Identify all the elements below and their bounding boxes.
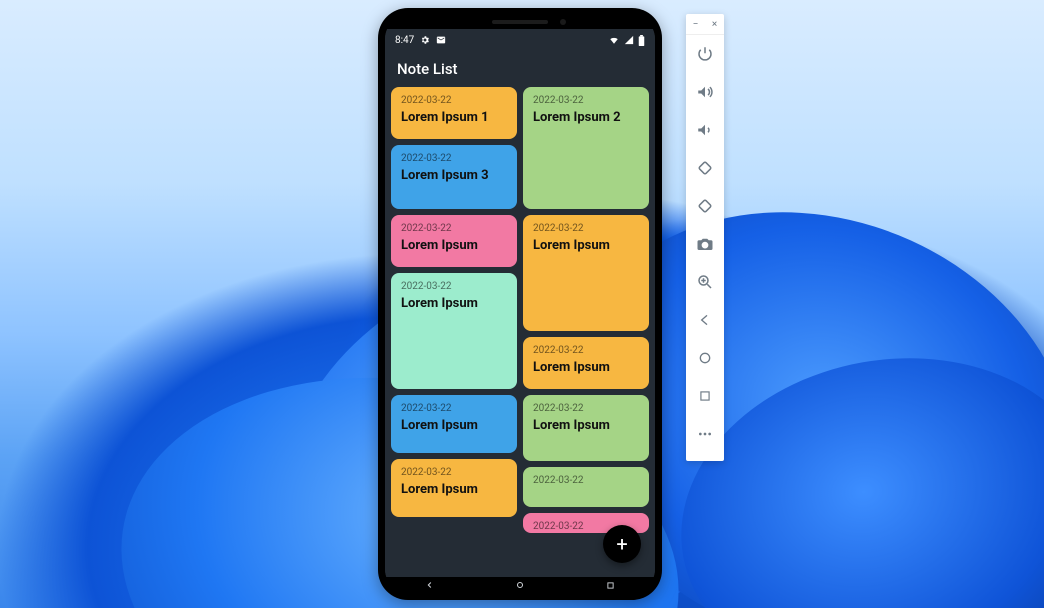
notes-content[interactable]: 2022-03-22 Lorem Ipsum 1 2022-03-22 Lorem I… [385, 87, 655, 577]
nav-back-button[interactable] [415, 578, 445, 592]
note-card[interactable]: 2022-03-22 Lorem Ipsum [391, 215, 517, 267]
note-card[interactable]: 2022-03-22 Lorem Ipsum [523, 395, 649, 461]
note-title: Lorem Ipsum [533, 418, 639, 433]
desktop-wallpaper: 8:47 [0, 0, 1044, 608]
note-date: 2022-03-22 [401, 223, 507, 234]
note-date: 2022-03-22 [533, 403, 639, 414]
volume-up-button[interactable] [686, 73, 724, 111]
note-date: 2022-03-22 [533, 223, 639, 234]
note-title: Lorem Ipsum [533, 360, 639, 375]
rotate-right-button[interactable] [686, 187, 724, 225]
more-icon [697, 426, 713, 442]
back-button[interactable] [686, 301, 724, 339]
phone-camera [560, 19, 566, 25]
page-title: Note List [397, 60, 458, 78]
volume-down-icon [696, 121, 714, 139]
note-date: 2022-03-22 [401, 467, 507, 478]
note-title: Lorem Ipsum [401, 482, 507, 497]
settings-icon [420, 35, 430, 45]
note-date: 2022-03-22 [401, 95, 507, 106]
overview-button[interactable] [686, 377, 724, 415]
note-date: 2022-03-22 [401, 153, 507, 164]
phone-speaker [492, 20, 548, 24]
more-button[interactable] [686, 415, 724, 453]
emulator-toolbar: − × [686, 14, 724, 461]
note-card[interactable]: 2022-03-22 Lorem Ipsum [523, 337, 649, 389]
phone-screen: 8:47 [385, 29, 655, 577]
camera-button[interactable] [686, 225, 724, 263]
wifi-icon [608, 35, 620, 45]
system-navbar [385, 577, 655, 593]
power-button[interactable] [686, 35, 724, 73]
note-date: 2022-03-22 [401, 281, 507, 292]
home-icon [697, 350, 713, 366]
note-card[interactable]: 2022-03-22 [523, 467, 649, 507]
signal-icon [624, 35, 634, 45]
note-card[interactable]: 2022-03-22 Lorem Ipsum 3 [391, 145, 517, 209]
note-title: Lorem Ipsum [401, 296, 507, 311]
note-title: Lorem Ipsum [533, 238, 639, 253]
note-date: 2022-03-22 [533, 345, 639, 356]
nav-home-button[interactable] [505, 578, 535, 592]
note-title: Lorem Ipsum [401, 238, 507, 253]
note-card[interactable]: 2022-03-22 Lorem Ipsum [391, 273, 517, 389]
close-button[interactable]: × [708, 17, 722, 31]
note-title: Lorem Ipsum 3 [401, 168, 507, 183]
rotate-left-button[interactable] [686, 149, 724, 187]
rotate-right-icon [696, 197, 714, 215]
volume-down-button[interactable] [686, 111, 724, 149]
overview-icon [698, 389, 712, 403]
note-card[interactable]: 2022-03-22 Lorem Ipsum 2 [523, 87, 649, 209]
phone-frame: 8:47 [378, 8, 662, 600]
app-bar: Note List [385, 51, 655, 87]
note-title: Lorem Ipsum 1 [401, 110, 507, 125]
note-card[interactable]: 2022-03-22 Lorem Ipsum [523, 215, 649, 331]
camera-icon [696, 235, 714, 253]
volume-up-icon [696, 83, 714, 101]
nav-overview-button[interactable] [595, 578, 625, 592]
note-card[interactable]: 2022-03-22 Lorem Ipsum 1 [391, 87, 517, 139]
add-note-fab[interactable]: + [603, 525, 641, 563]
zoom-button[interactable] [686, 263, 724, 301]
plus-icon: + [616, 532, 627, 556]
status-bar: 8:47 [385, 29, 655, 51]
note-card[interactable]: 2022-03-22 Lorem Ipsum [391, 459, 517, 517]
battery-icon [638, 35, 645, 46]
status-time: 8:47 [395, 35, 414, 46]
minimize-button[interactable]: − [689, 17, 703, 31]
note-card[interactable]: 2022-03-22 Lorem Ipsum [391, 395, 517, 453]
note-title: Lorem Ipsum [401, 418, 507, 433]
note-date: 2022-03-22 [533, 95, 639, 106]
home-button[interactable] [686, 339, 724, 377]
rotate-left-icon [696, 159, 714, 177]
note-date: 2022-03-22 [533, 475, 639, 486]
note-date: 2022-03-22 [401, 403, 507, 414]
message-icon [436, 35, 446, 45]
power-icon [696, 45, 714, 63]
zoom-icon [696, 273, 714, 291]
phone-inner: 8:47 [385, 15, 655, 593]
note-title: Lorem Ipsum 2 [533, 110, 639, 125]
back-icon [697, 312, 713, 328]
